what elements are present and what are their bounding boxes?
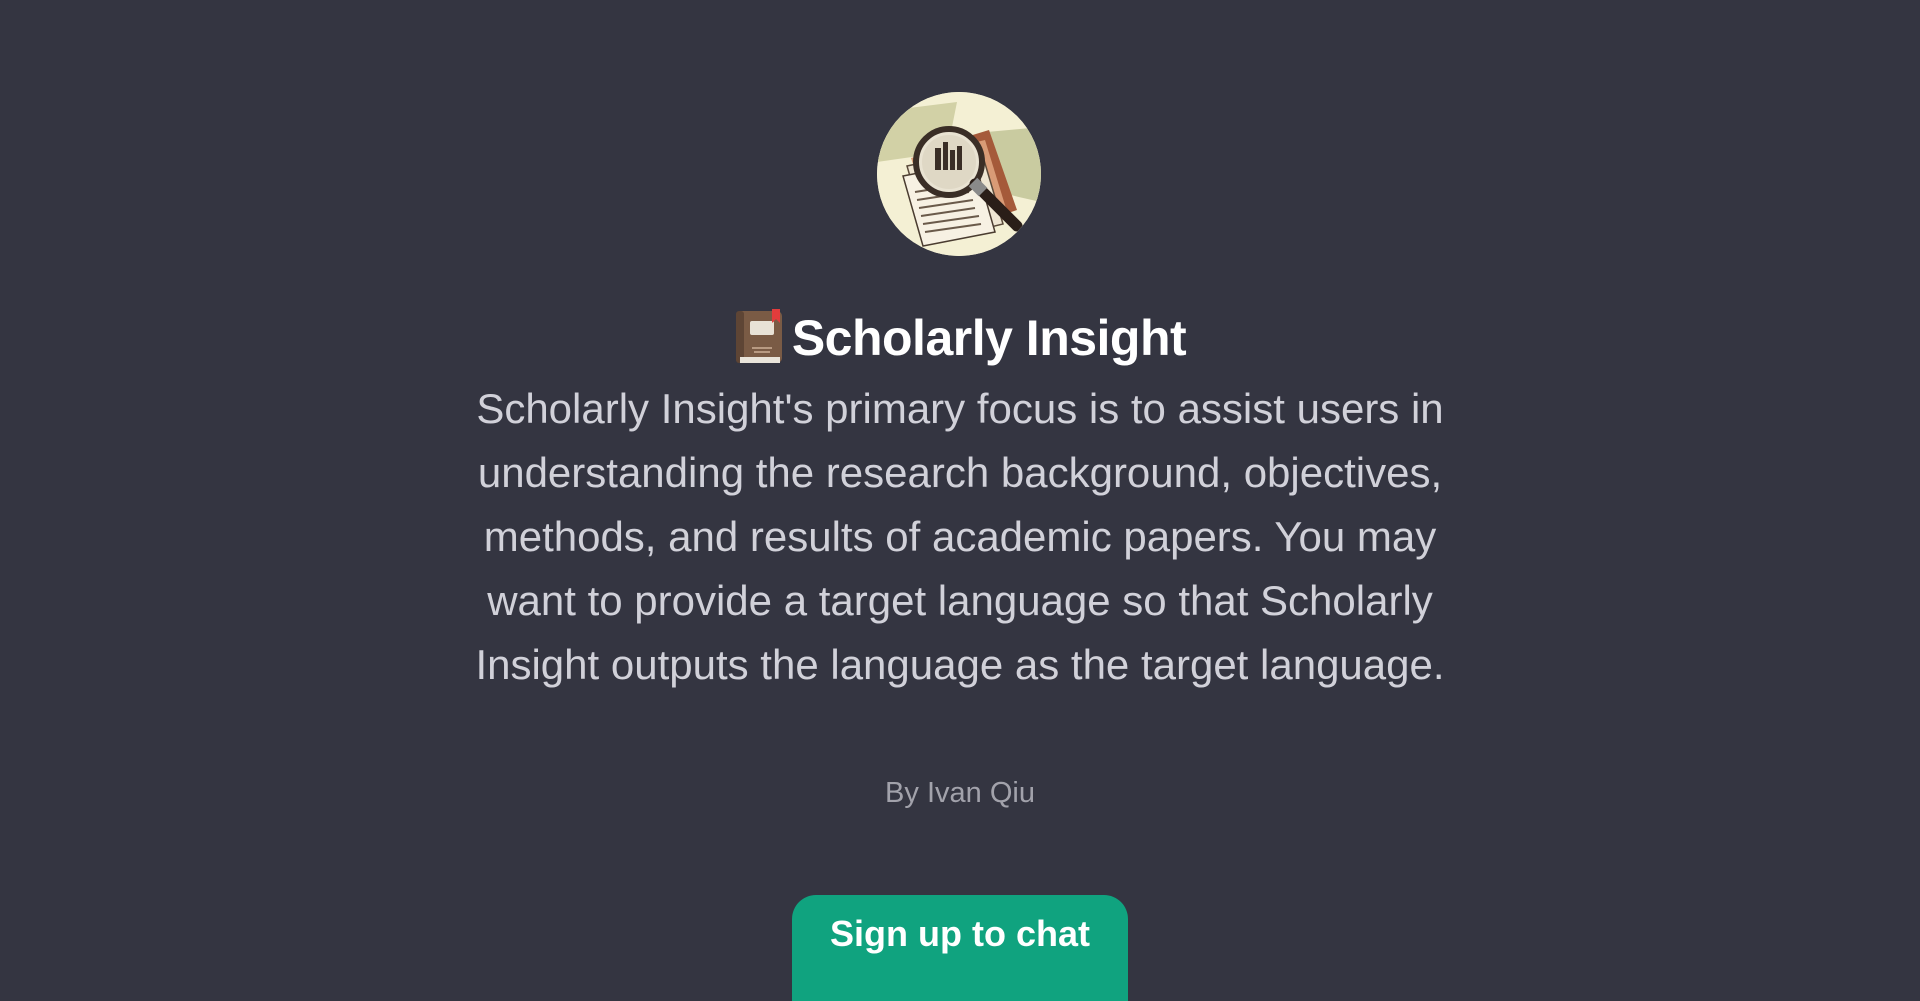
gpt-landing-page: Scholarly Insight Scholarly Insight's pr… (0, 0, 1920, 1001)
sign-up-to-chat-button[interactable]: Sign up to chat (792, 895, 1128, 1001)
gpt-title: Scholarly Insight (0, 306, 1920, 370)
closed-book-with-bookmark-icon (734, 309, 786, 367)
gpt-name: Scholarly Insight (791, 310, 1187, 366)
gpt-author: By Ivan Qiu (885, 777, 1035, 809)
magnifying-glass-over-papers-icon (877, 92, 1041, 256)
gpt-description: Scholarly Insight's primary focus is to … (475, 385, 1445, 688)
avatar (877, 92, 1041, 256)
